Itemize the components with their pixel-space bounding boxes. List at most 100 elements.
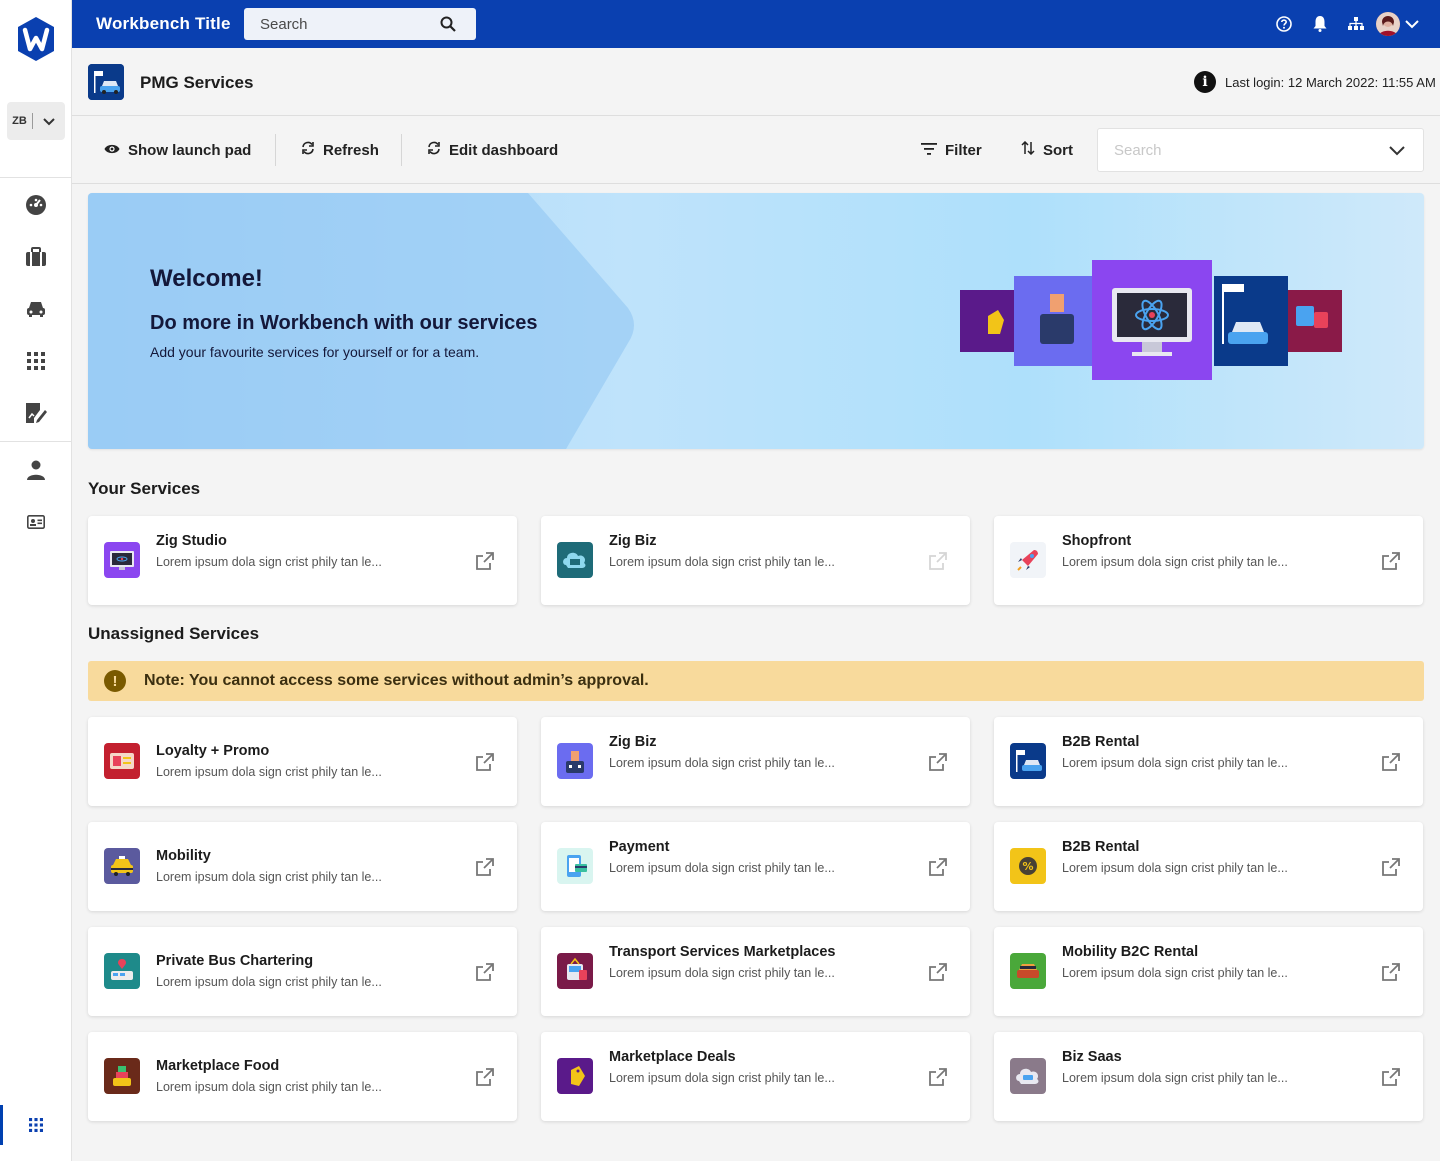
service-title: Transport Services Marketplaces [609, 944, 836, 960]
service-card-zig-biz[interactable]: Zig Biz Lorem ipsum dola sign crist phily… [541, 516, 970, 605]
cloud-icon [557, 542, 593, 578]
service-card-transport-services-marketplaces[interactable]: Transport Services Marketplaces Lorem ips… [541, 927, 970, 1016]
payment-icon [557, 848, 593, 884]
your-services-heading: Your Services [88, 479, 201, 498]
car-rental-icon [1010, 953, 1046, 989]
briefcase-icon[interactable] [24, 245, 48, 269]
welcome-text: Add your favourite services for yourself… [150, 344, 480, 360]
service-description: Lorem ipsum dola sign crist phily tan le… [156, 1080, 382, 1094]
edit-document-icon[interactable] [24, 401, 48, 425]
service-card-zig-biz[interactable]: Zig Biz Lorem ipsum dola sign crist phily… [541, 717, 970, 806]
sort-button[interactable]: Sort [1021, 140, 1073, 160]
service-title: Shopfront [1062, 533, 1132, 549]
external-link-icon[interactable] [1381, 551, 1401, 571]
divider [0, 177, 71, 178]
tram-icon [557, 953, 593, 989]
external-link-icon[interactable] [928, 962, 948, 982]
service-title: B2B Rental [1062, 734, 1140, 750]
briefcase-person-icon [557, 743, 593, 779]
show-launch-pad-button[interactable]: Show launch pad [104, 140, 251, 160]
service-title: Marketplace Food [156, 1058, 280, 1074]
refresh-icon [427, 141, 441, 159]
edit-dashboard-button[interactable]: Edit dashboard [427, 140, 558, 160]
external-link-icon[interactable] [475, 1067, 495, 1087]
external-link-icon[interactable] [928, 857, 948, 877]
service-card-marketplace-food[interactable]: Marketplace Food Lorem ipsum dola sign cr… [88, 1032, 517, 1121]
active-indicator [0, 1105, 3, 1145]
external-link-icon[interactable] [1381, 752, 1401, 772]
service-card-marketplace-deals[interactable]: Marketplace Deals Lorem ipsum dola sign c… [541, 1032, 970, 1121]
car-icon[interactable] [24, 297, 48, 321]
workspace-abbr: ZB [7, 113, 33, 129]
service-description: Lorem ipsum dola sign crist phily tan le… [1062, 555, 1288, 569]
dashboard-toolbar: Show launch pad Refresh Edit dashboard F… [72, 116, 1440, 184]
service-card-payment[interactable]: Payment Lorem ipsum dola sign crist phily… [541, 822, 970, 911]
global-search[interactable] [244, 8, 476, 40]
filter-button[interactable]: Filter [921, 140, 982, 160]
workspace-switcher[interactable]: ZB [7, 102, 65, 140]
discount-badge-icon: % [1010, 848, 1046, 884]
service-description: Lorem ipsum dola sign crist phily tan le… [156, 975, 382, 989]
external-link-icon[interactable] [475, 857, 495, 877]
service-description: Lorem ipsum dola sign crist phily tan le… [156, 765, 382, 779]
warning-icon: ! [104, 670, 126, 692]
bus-location-icon [104, 953, 140, 989]
external-link-icon[interactable] [1381, 857, 1401, 877]
external-link-icon[interactable] [475, 551, 495, 571]
external-link-icon[interactable] [1381, 962, 1401, 982]
service-card-private-bus-chartering[interactable]: Private Bus Chartering Lorem ipsum dola s… [88, 927, 517, 1016]
service-card-b2b-rental[interactable]: % B2B Rental Lorem ipsum dola sign crist p… [994, 822, 1423, 911]
monitor-atom-icon [104, 542, 140, 578]
service-description: Lorem ipsum dola sign crist phily tan le… [156, 870, 382, 884]
service-card-zig-studio[interactable]: Zig Studio Lorem ipsum dola sign crist ph… [88, 516, 517, 605]
refresh-button[interactable]: Refresh [301, 140, 379, 160]
unassigned-services-heading: Unassigned Services [88, 624, 260, 643]
welcome-heading: Welcome! [150, 265, 263, 292]
external-link-icon[interactable] [475, 962, 495, 982]
external-link-icon[interactable] [928, 752, 948, 772]
service-card-shopfront[interactable]: Shopfront Lorem ipsum dola sign crist phi… [994, 516, 1423, 605]
edit-dashboard-label: Edit dashboard [449, 141, 559, 159]
service-description: Lorem ipsum dola sign crist phily tan le… [609, 756, 835, 770]
service-card-mobility[interactable]: Mobility Lorem ipsum dola sign crist phil… [88, 822, 517, 911]
service-card-loyalty-promo[interactable]: Loyalty + Promo Lorem ipsum dola sign cri… [88, 717, 517, 806]
user-avatar[interactable] [1376, 12, 1400, 36]
service-card-mobility-b2c-rental[interactable]: Mobility B2C Rental Lorem ipsum dola sign… [994, 927, 1423, 1016]
service-title: Marketplace Deals [609, 1049, 736, 1065]
service-title: Mobility B2C Rental [1062, 944, 1199, 960]
food-icon [104, 1058, 140, 1094]
eye-icon [104, 142, 120, 159]
service-card-biz-saas[interactable]: Biz Saas Lorem ipsum dola sign crist phil… [994, 1032, 1423, 1121]
workbench-logo-icon[interactable] [16, 16, 56, 62]
sort-label: Sort [1043, 141, 1073, 159]
person-icon[interactable] [24, 458, 48, 482]
help-icon[interactable] [1274, 14, 1294, 34]
external-link-icon[interactable] [1381, 1067, 1401, 1087]
welcome-subheading: Do more in Workbench with our services [150, 312, 538, 334]
filter-icon [921, 142, 937, 159]
service-description: Lorem ipsum dola sign crist phily tan le… [1062, 756, 1288, 770]
refresh-icon [301, 141, 315, 159]
service-card-b2b-rental[interactable]: B2B Rental Lorem ipsum dola sign crist ph… [994, 717, 1423, 806]
bell-icon[interactable] [1310, 14, 1330, 34]
rent-car-icon [88, 64, 124, 100]
divider [275, 134, 276, 166]
chevron-down-icon[interactable] [1402, 14, 1422, 34]
apps-grid-icon[interactable] [24, 349, 48, 373]
external-link-icon[interactable] [475, 752, 495, 772]
search-icon[interactable] [440, 16, 456, 37]
apps-grid-icon[interactable] [24, 1113, 48, 1137]
service-description: Lorem ipsum dola sign crist phily tan le… [609, 966, 835, 980]
service-title: Loyalty + Promo [156, 743, 270, 759]
external-link-icon[interactable] [928, 1067, 948, 1087]
search-dropdown-placeholder: Search [1114, 142, 1162, 159]
id-card-icon[interactable] [24, 510, 48, 534]
org-chart-icon[interactable] [1346, 14, 1366, 34]
service-description: Lorem ipsum dola sign crist phily tan le… [1062, 861, 1288, 875]
service-description: Lorem ipsum dola sign crist phily tan le… [609, 555, 835, 569]
search-dropdown[interactable]: Search [1097, 128, 1424, 172]
info-icon: i [1194, 71, 1216, 93]
dashboard-icon[interactable] [24, 193, 48, 217]
service-description: Lorem ipsum dola sign crist phily tan le… [609, 861, 835, 875]
service-title: Zig Biz [609, 734, 657, 750]
